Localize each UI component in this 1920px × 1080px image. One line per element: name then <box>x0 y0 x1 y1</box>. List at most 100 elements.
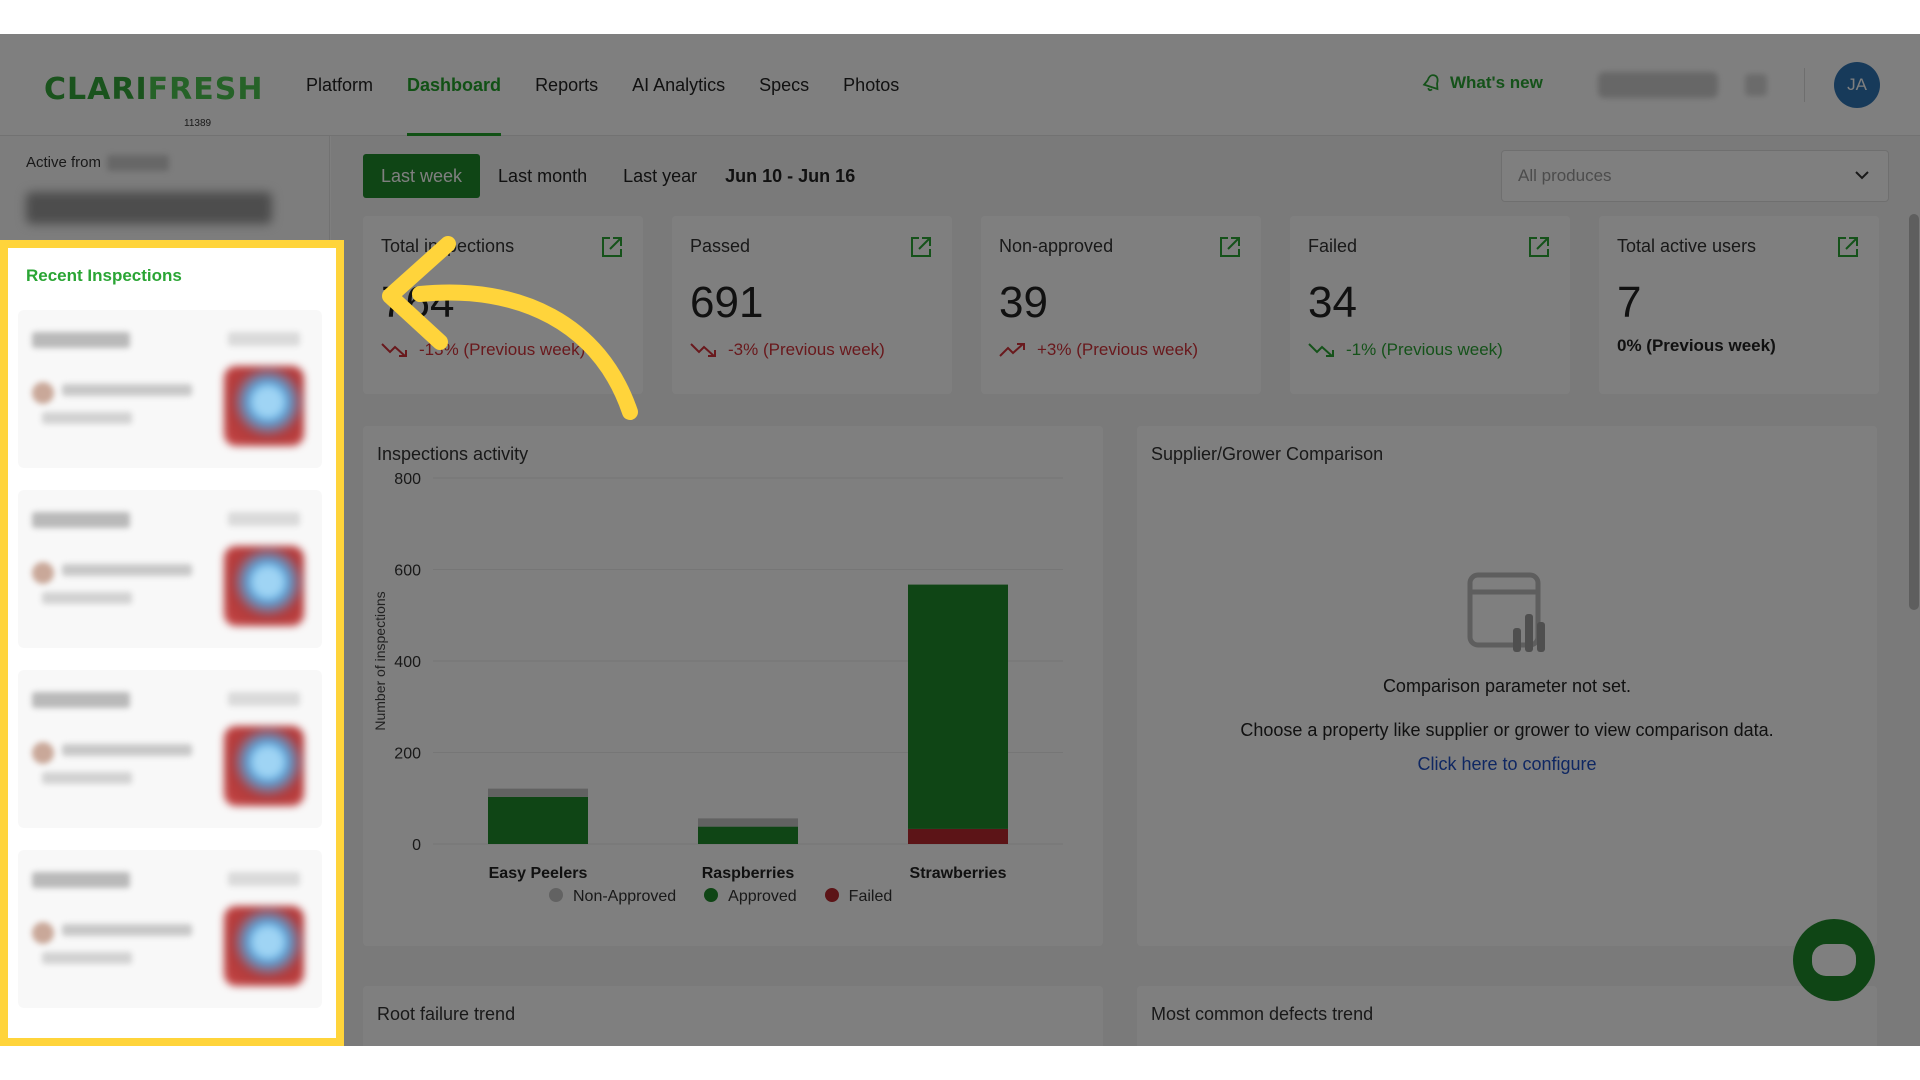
bar-approved <box>908 584 1008 829</box>
filter-last-month[interactable]: Last month <box>480 154 605 198</box>
blurred-card-line <box>62 564 192 576</box>
header-divider <box>1804 68 1805 102</box>
external-link-icon[interactable] <box>599 234 625 260</box>
produce-select[interactable]: All produces <box>1501 150 1889 202</box>
legend-label: Failed <box>848 888 893 905</box>
chat-support-button[interactable] <box>1793 919 1875 1001</box>
stat-value: 34 <box>1308 278 1357 327</box>
external-link-icon[interactable] <box>1217 234 1243 260</box>
blurred-card-line <box>42 412 132 424</box>
nav-platform[interactable]: Platform <box>306 34 373 136</box>
date-range[interactable]: Jun 10 - Jun 16 <box>725 154 855 198</box>
bell-icon <box>1422 74 1439 92</box>
filter-last-year[interactable]: Last year <box>605 154 715 198</box>
nav-ai-analytics[interactable]: AI Analytics <box>632 34 725 136</box>
stat-value: 39 <box>999 278 1048 327</box>
recent-inspection-card[interactable] <box>18 490 322 648</box>
chart-placeholder-icon <box>1467 572 1545 652</box>
comparison-hint-message: Choose a property like supplier or growe… <box>1240 720 1774 740</box>
inspection-thumbnail <box>224 726 304 806</box>
blurred-card-line <box>42 772 132 784</box>
whats-new-link[interactable]: What's new <box>1422 73 1543 93</box>
blurred-card-line <box>62 924 192 936</box>
nav-specs[interactable]: Specs <box>759 34 809 136</box>
blurred-card-time <box>228 512 300 526</box>
stat-value: 7 <box>1617 278 1642 327</box>
inspections-activity-chart: 0 200 400 600 800 Number of inspections Easy P… <box>372 471 1063 882</box>
nav-photos[interactable]: Photos <box>843 34 899 136</box>
legend-item-failed[interactable]: Failed <box>824 888 893 906</box>
trend-down-icon <box>1308 343 1334 357</box>
logo-sub-id: 11389 <box>184 118 212 129</box>
x-category-label: Strawberries <box>910 865 1007 882</box>
nav-reports[interactable]: Reports <box>535 34 598 136</box>
blurred-inspector-avatar <box>32 562 54 584</box>
y-tick-label: 0 <box>412 837 421 854</box>
configure-comparison-link[interactable]: Click here to configure <box>1137 754 1877 775</box>
x-category-label: Easy Peelers <box>489 865 588 882</box>
external-link-icon[interactable] <box>908 234 934 260</box>
blurred-card-time <box>228 872 300 886</box>
stat-label: Failed <box>1308 236 1358 256</box>
chevron-down-icon <box>1854 151 1870 222</box>
external-link-icon[interactable] <box>1526 234 1552 260</box>
top-header: CLARIFRESH 11389 Platform Dashboard Repo… <box>0 34 1920 136</box>
recent-inspections-panel: Recent Inspections <box>4 246 336 1042</box>
recent-inspection-card[interactable] <box>18 670 322 828</box>
stat-label: Total inspections <box>381 236 515 256</box>
user-avatar[interactable]: JA <box>1834 62 1880 108</box>
stat-change: -3% (Previous week) <box>690 340 885 360</box>
stat-card-non-approved: Non-approved 39 +3% (Previous week) <box>981 216 1261 394</box>
main-nav: Platform Dashboard Reports AI Analytics … <box>306 34 933 136</box>
trend-up-icon <box>999 343 1025 357</box>
chart-legend: Non-Approved Approved Failed <box>549 888 892 906</box>
blurred-inspector-avatar <box>32 922 54 944</box>
whats-new-label: What's new <box>1450 73 1543 92</box>
legend-item-non-approved[interactable]: Non-Approved <box>549 888 676 906</box>
stat-change-text: -3% (Previous week) <box>728 340 885 359</box>
external-link-icon[interactable] <box>1835 234 1861 260</box>
inspection-thumbnail <box>224 906 304 986</box>
legend-label: Approved <box>728 888 797 905</box>
page-scrollbar-thumb[interactable] <box>1909 214 1919 610</box>
supplier-comparison-panel: Supplier/Grower Comparison Comparison pa… <box>1137 426 1877 946</box>
stat-card-failed: Failed 34 -1% (Previous week) <box>1290 216 1570 394</box>
blurred-account-name[interactable] <box>1598 72 1718 98</box>
dashboard-main: Last week Last month Last year Jun 10 - … <box>331 136 1920 1046</box>
y-tick-label: 200 <box>394 746 421 763</box>
stat-change-text: +3% (Previous week) <box>1037 340 1199 359</box>
blurred-card-line <box>42 592 132 604</box>
blurred-card-title <box>32 512 130 528</box>
panel-title: Supplier/Grower Comparison <box>1151 444 1384 464</box>
recent-inspection-card[interactable] <box>18 850 322 1008</box>
stat-card-active-users: Total active users 7 0% (Previous week) <box>1599 216 1879 394</box>
bar-non-approved <box>698 818 798 827</box>
filter-last-week[interactable]: Last week <box>363 154 481 198</box>
trend-down-icon <box>690 343 716 357</box>
blurred-header-icon[interactable] <box>1745 74 1767 96</box>
blurred-card-line <box>62 384 192 396</box>
produce-select-value: All produces <box>1518 166 1612 185</box>
blurred-card-title <box>32 332 130 348</box>
clarifresh-logo[interactable]: CLARIFRESH <box>44 72 263 107</box>
stat-change: +3% (Previous week) <box>999 340 1198 360</box>
blurred-card-line <box>42 952 132 964</box>
stat-card-passed: Passed 691 -3% (Previous week) <box>672 216 952 394</box>
app-viewport: CLARIFRESH 11389 Platform Dashboard Repo… <box>0 34 1920 1046</box>
bar-approved <box>698 826 798 844</box>
stat-label: Total active users <box>1617 236 1757 256</box>
root-failure-title: Root failure trend <box>377 1004 516 1024</box>
legend-dot <box>704 888 719 902</box>
x-category-label: Raspberries <box>702 865 795 882</box>
blurred-card-line <box>62 744 192 756</box>
bar-non-approved <box>488 788 588 797</box>
active-from: Active from <box>26 154 170 171</box>
legend-dot <box>549 888 563 902</box>
bar-approved <box>488 796 588 844</box>
common-defects-title: Most common defects trend <box>1151 1004 1374 1024</box>
legend-item-approved[interactable]: Approved <box>704 888 797 906</box>
nav-dashboard[interactable]: Dashboard <box>407 34 502 136</box>
recent-inspection-card[interactable] <box>18 310 322 468</box>
blurred-card-time <box>228 692 300 706</box>
period-filters: Last week Last month Last year Jun 10 - … <box>363 154 855 198</box>
